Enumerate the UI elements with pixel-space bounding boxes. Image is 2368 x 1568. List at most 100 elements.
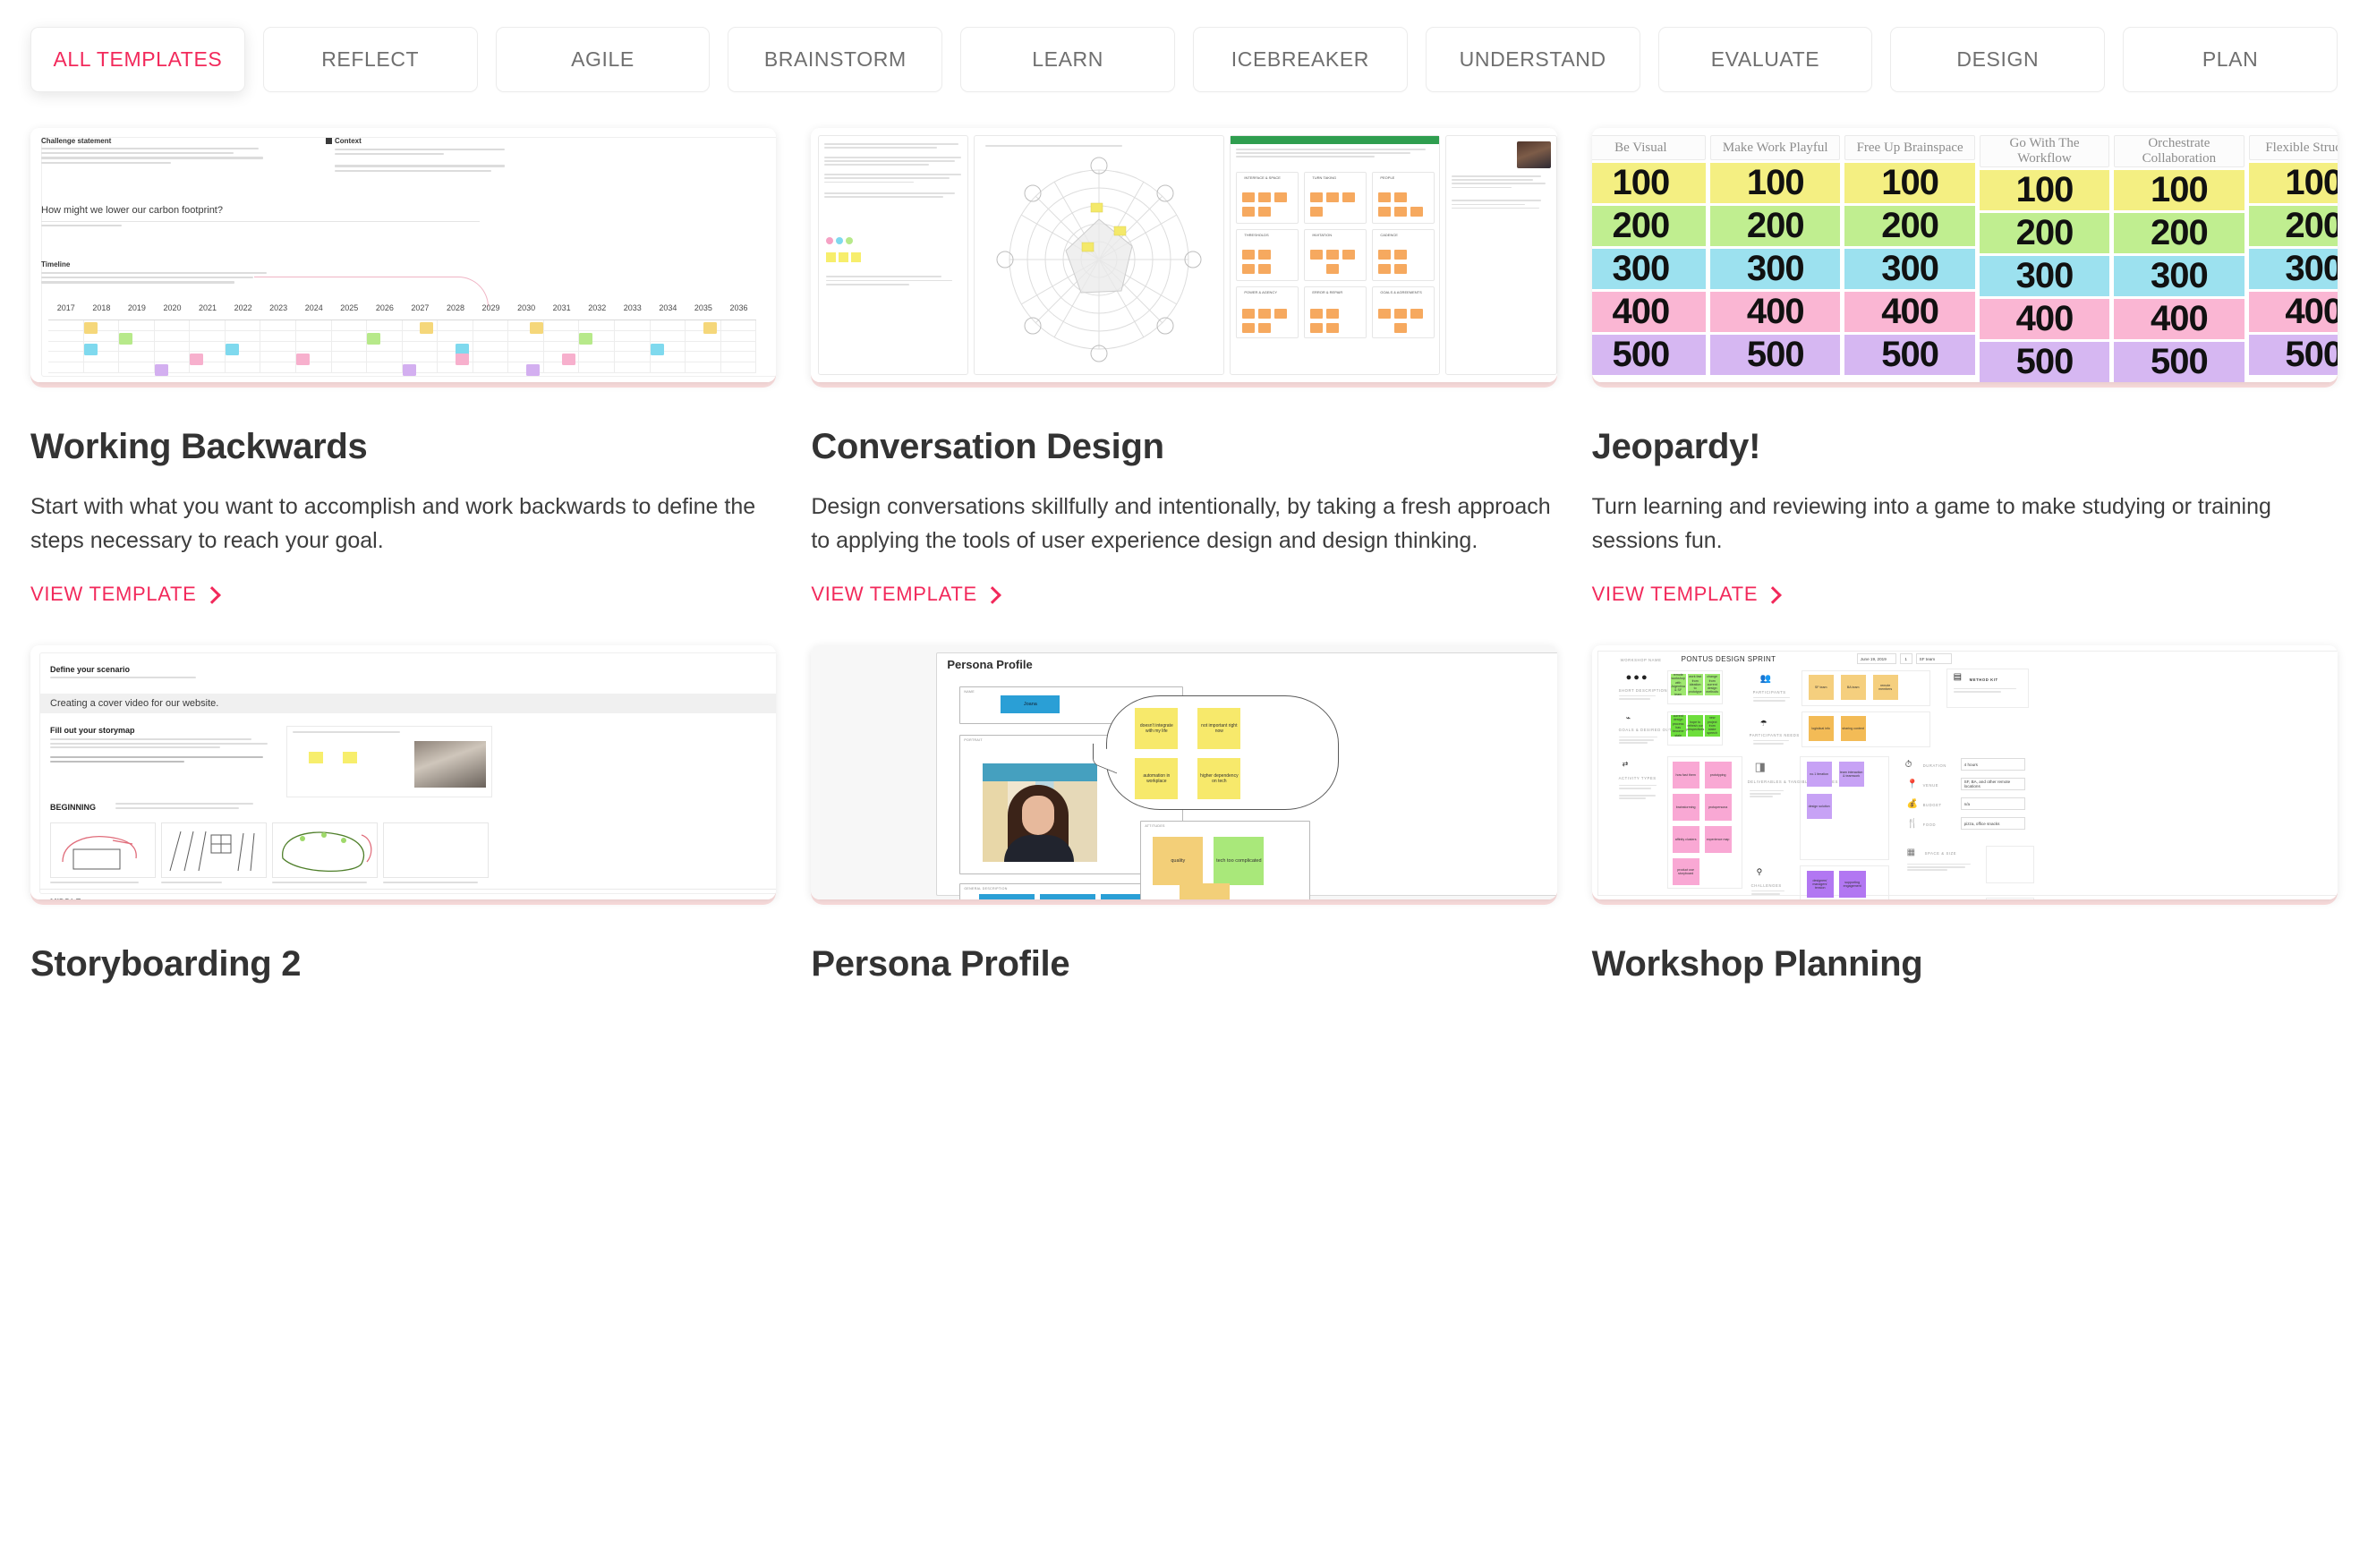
people-icon: 👥 bbox=[1759, 674, 1772, 684]
year-label: 2025 bbox=[340, 303, 359, 312]
jeopardy-category: Free Up Brainspace bbox=[1844, 135, 1975, 160]
template-grid-row-2: Define your scenario Creating a cover vi… bbox=[0, 645, 2368, 984]
jeopardy-cell: 500 bbox=[1979, 341, 2110, 382]
filter-tab-label: UNDERSTAND bbox=[1459, 47, 1606, 71]
canvas-tile: GOALS & AGREEMENTS bbox=[1372, 286, 1435, 338]
thumbnail-workshop-planning[interactable]: WORKSHOP NAME PONTUS DESIGN SPRINT June … bbox=[1591, 645, 2338, 899]
jeopardy-cell: 300 bbox=[2114, 255, 2244, 296]
jeopardy-category: Go With The Workflow bbox=[1979, 135, 2110, 167]
year-label: 2017 bbox=[56, 303, 75, 312]
pink-note: protopersona bbox=[1704, 794, 1732, 821]
persona-profile-board: Persona Profile NAME Joana PORTRAIT GENE… bbox=[811, 645, 1557, 899]
jeopardy-cell: 400 bbox=[1591, 292, 1707, 332]
storyboarding-board: Define your scenario Creating a cover vi… bbox=[30, 645, 777, 899]
jeopardy-cell: 400 bbox=[2248, 292, 2338, 332]
chevron-right-icon bbox=[205, 587, 219, 601]
conversation-design-board: INTERFACE & SPACE TURN TAKING PEOPLE THR… bbox=[811, 128, 1557, 382]
view-template-link[interactable]: VIEW TEMPLATE bbox=[811, 583, 1000, 606]
filter-tab-understand[interactable]: UNDERSTAND bbox=[1425, 27, 1640, 92]
challenges-lines bbox=[1750, 891, 1789, 896]
reference-panel bbox=[1445, 135, 1557, 375]
canvas-intro-lines bbox=[1236, 149, 1434, 159]
year-label: 2019 bbox=[127, 303, 146, 312]
budget-field: n/a bbox=[1960, 797, 2025, 810]
budget-label: BUDGET bbox=[1922, 803, 1942, 807]
sketch-frame-3 bbox=[282, 831, 372, 873]
filter-tab-label: EVALUATE bbox=[1710, 47, 1820, 71]
sticky-note bbox=[526, 364, 541, 377]
radar-header-lines bbox=[985, 145, 1213, 149]
filter-tab-learn[interactable]: LEARN bbox=[960, 27, 1175, 92]
timeline-lane bbox=[48, 352, 757, 366]
templates-gallery-page: ALL TEMPLATES REFLECT AGILE BRAINSTORM L… bbox=[0, 0, 2368, 1568]
filter-tab-all-templates[interactable]: ALL TEMPLATES bbox=[30, 27, 245, 92]
filter-tab-brainstorm[interactable]: BRAINSTORM bbox=[728, 27, 943, 92]
sketch-frame-1 bbox=[62, 836, 137, 870]
green-note: hope to refresh our perspectives bbox=[1686, 715, 1704, 737]
year-label: 2020 bbox=[163, 303, 182, 312]
challenges-label: CHALLENGES bbox=[1750, 883, 1782, 888]
section-label-beginning: BEGINNING bbox=[50, 803, 97, 812]
template-card-conversation-design: INTERFACE & SPACE TURN TAKING PEOPLE THR… bbox=[811, 128, 1557, 606]
food-field: pizza, office snacks bbox=[1960, 817, 2025, 830]
card-title: Persona Profile bbox=[811, 944, 1070, 984]
canvas-tile: CADENCE bbox=[1372, 229, 1435, 281]
define-scenario-block: Define your scenario bbox=[50, 665, 247, 681]
thumbnail-working-backwards[interactable]: Challenge statement Context How might we… bbox=[30, 128, 777, 382]
day-field: 1 bbox=[1899, 653, 1912, 664]
jeopardy-cell: 500 bbox=[1591, 335, 1707, 375]
space-size-label: SPACE & SIZE bbox=[1924, 851, 1957, 856]
jeopardy-cell: 100 bbox=[1844, 163, 1975, 203]
thumbnail-jeopardy[interactable]: Be Visual 100 200 300 400 500 Make Work … bbox=[1591, 128, 2338, 382]
timeline-lane bbox=[48, 330, 757, 345]
view-template-link[interactable]: VIEW TEMPLATE bbox=[30, 583, 219, 606]
thumbnail-conversation-design[interactable]: INTERFACE & SPACE TURN TAKING PEOPLE THR… bbox=[811, 128, 1557, 382]
activity-types-label: ACTIVITY TYPES bbox=[1618, 776, 1657, 780]
jeopardy-cell: 300 bbox=[1844, 249, 1975, 289]
filter-tab-agile[interactable]: AGILE bbox=[495, 27, 711, 92]
view-template-link[interactable]: VIEW TEMPLATE bbox=[1592, 583, 1781, 606]
year-label: 2032 bbox=[588, 303, 607, 312]
frame-caption bbox=[272, 882, 378, 886]
filter-tab-plan[interactable]: PLAN bbox=[2123, 27, 2338, 92]
thumbnail-persona-profile[interactable]: Persona Profile NAME Joana PORTRAIT GENE… bbox=[811, 645, 1557, 899]
jeopardy-category: Flexible Structure bbox=[2248, 135, 2338, 160]
card-title: Jeopardy! bbox=[1591, 427, 1761, 466]
goals-lines bbox=[1618, 737, 1660, 746]
duration-field: 4 hours bbox=[1960, 758, 2025, 771]
inspiration-photo bbox=[414, 741, 486, 788]
canvas-tile: INVITATION bbox=[1304, 229, 1367, 281]
filter-tab-icebreaker[interactable]: ICEBREAKER bbox=[1192, 27, 1408, 92]
jeopardy-cell: 100 bbox=[2248, 163, 2338, 203]
three-dots-icon: ●●● bbox=[1625, 672, 1649, 683]
book-icon: ▤ bbox=[1953, 672, 1963, 682]
thumbnail-wrapper: Challenge statement Context How might we… bbox=[30, 128, 777, 396]
filter-tab-reflect[interactable]: REFLECT bbox=[262, 27, 478, 92]
template-card-jeopardy: Be Visual 100 200 300 400 500 Make Work … bbox=[1591, 128, 2338, 606]
filter-tab-evaluate[interactable]: EVALUATE bbox=[1657, 27, 1873, 92]
bubble-note: automation in workplace bbox=[1135, 758, 1179, 799]
timeline-year-axis: 2017 2018 2019 2020 2021 2022 2023 2024 … bbox=[48, 303, 756, 320]
card-title: Conversation Design bbox=[811, 427, 1164, 466]
context-block: Context bbox=[326, 137, 505, 175]
timeline-lane bbox=[48, 362, 757, 377]
jeopardy-cell: 500 bbox=[2248, 335, 2338, 375]
canvas-tile: ERROR & REPAIR bbox=[1304, 286, 1367, 338]
pin-icon: 📍 bbox=[1906, 780, 1919, 789]
template-card-working-backwards: Challenge statement Context How might we… bbox=[30, 128, 777, 606]
sound-projector-panel bbox=[1985, 898, 2034, 899]
year-label: 2030 bbox=[517, 303, 536, 312]
year-label: 2024 bbox=[304, 303, 323, 312]
jeopardy-cell: 300 bbox=[1710, 249, 1841, 289]
filter-tab-design[interactable]: DESIGN bbox=[1890, 27, 2106, 92]
jeopardy-cell: 400 bbox=[1979, 298, 2110, 339]
purple-note: designers' managers' tension bbox=[1806, 871, 1834, 898]
thumbnail-storyboarding-2[interactable]: Define your scenario Creating a cover vi… bbox=[30, 645, 777, 899]
sketch-frame-2 bbox=[169, 831, 255, 872]
green-note: new project from stake speech bbox=[1704, 715, 1720, 737]
card-description: Turn learning and reviewing into a game … bbox=[1591, 494, 2271, 553]
working-backwards-board: Challenge statement Context How might we… bbox=[30, 128, 777, 382]
year-label: 2035 bbox=[694, 303, 712, 312]
template-card-persona-profile: Persona Profile NAME Joana PORTRAIT GENE… bbox=[811, 645, 1557, 984]
template-grid-row-1: Challenge statement Context How might we… bbox=[0, 128, 2368, 606]
